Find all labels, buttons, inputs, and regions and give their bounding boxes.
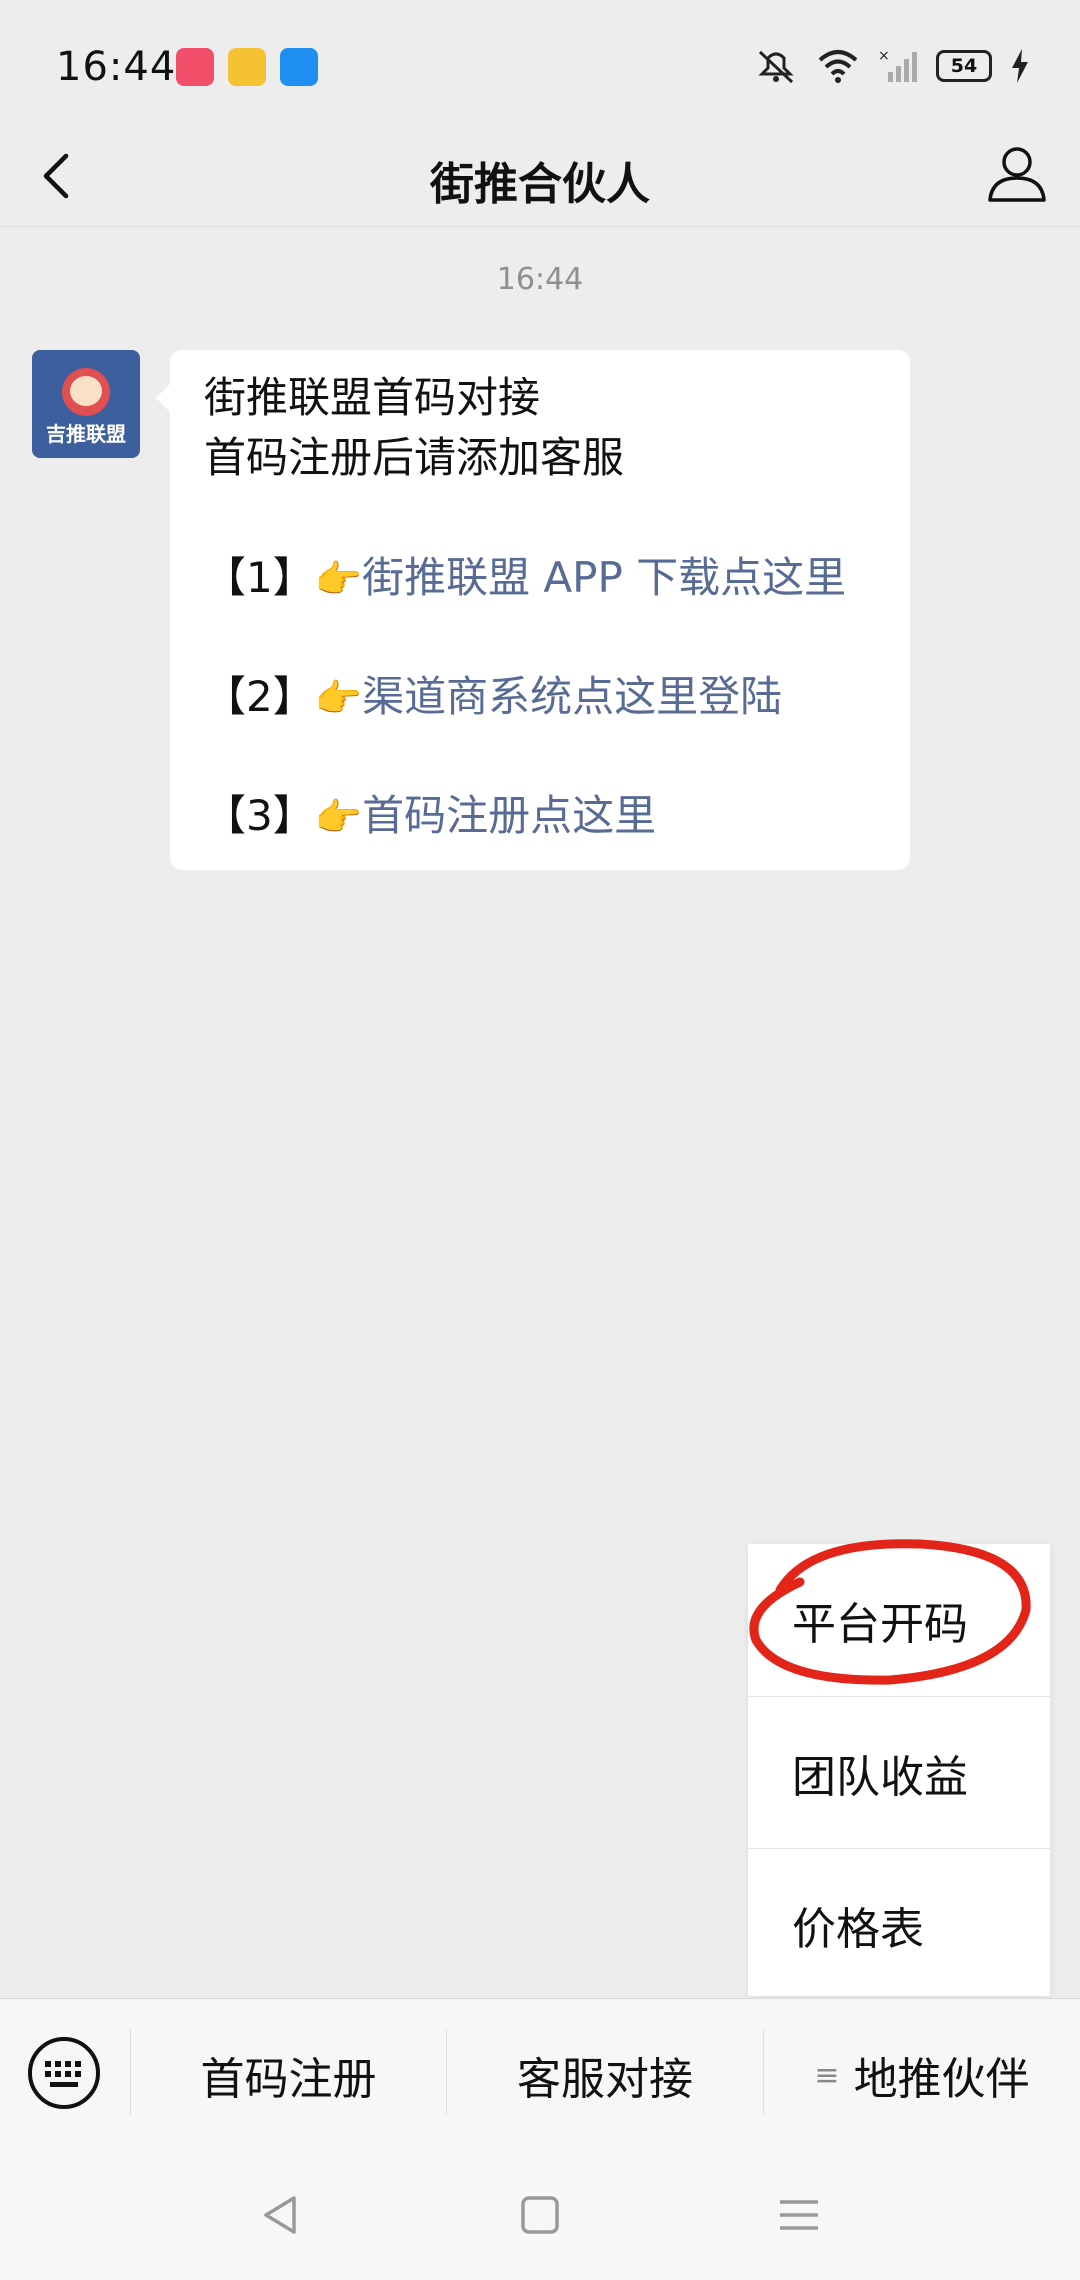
profile-icon[interactable] (984, 140, 1050, 206)
pointing-hand-icon: 👉 (314, 557, 363, 601)
message-link-row: 【1】👉街推联盟 APP 下载点这里 (204, 548, 876, 609)
official-account-menu-bar: 首码注册 客服对接 ≡ 地推伙伴 (0, 1998, 1080, 2151)
sender-avatar[interactable]: 吉推联盟 (32, 350, 140, 458)
mute-icon (758, 50, 794, 84)
register-link[interactable]: 首码注册点这里 (362, 791, 656, 840)
charging-icon (1012, 49, 1028, 83)
avatar-label: 吉推联盟 (46, 422, 126, 446)
nav-back-icon[interactable] (256, 2190, 306, 2240)
message-line: 首码注册后请添加客服 (204, 433, 625, 482)
status-time: 16:44 (56, 44, 177, 90)
keyboard-icon[interactable] (26, 2035, 102, 2111)
wifi-icon (818, 50, 858, 83)
system-navigation-bar (0, 2150, 1080, 2280)
pointing-hand-icon: 👉 (314, 795, 363, 839)
submenu-popup: 平台开码 团队收益 价格表 (748, 1544, 1050, 1996)
channel-login-link[interactable]: 渠道商系统点这里登陆 (362, 672, 782, 721)
battery-icon: 54 (936, 50, 992, 82)
submenu-item-price-list[interactable]: 价格表 (748, 1848, 1050, 2000)
submenu-item-platform-code[interactable]: 平台开码 (748, 1544, 1050, 1696)
chat-header: 街推合伙人 (0, 130, 1080, 227)
nav-menu-icon[interactable] (774, 2190, 824, 2240)
notification-app-icon (228, 48, 266, 86)
pointing-hand-icon: 👉 (314, 676, 363, 720)
message-timestamp: 16:44 (496, 262, 584, 297)
notification-app-icon (176, 48, 214, 86)
submenu-item-team-earnings[interactable]: 团队收益 (748, 1696, 1050, 1848)
item-prefix: 【3】 (204, 791, 315, 840)
menu-item-label: 地推伙伴 (853, 2054, 1030, 2105)
menu-item-ground-partner[interactable]: ≡ 地推伙伴 (764, 1999, 1080, 2151)
status-bar: 16:44 × 54 (0, 0, 1080, 130)
menu-item-first-code-register[interactable]: 首码注册 (131, 1999, 446, 2151)
message-link-row: 【3】👉首码注册点这里 (204, 786, 876, 847)
message-line: 街推联盟首码对接 (204, 373, 541, 422)
item-prefix: 【1】 (204, 553, 315, 602)
item-prefix: 【2】 (204, 672, 315, 721)
signal-icon: × (878, 48, 917, 82)
svg-text:×: × (878, 48, 890, 64)
message-link-row: 【2】👉渠道商系统点这里登陆 (204, 667, 876, 728)
avatar-logo-face (70, 376, 102, 406)
message-bubble: 街推联盟首码对接 首码注册后请添加客服 【1】👉街推联盟 APP 下载点这里 【… (156, 350, 910, 870)
status-icons: × 54 (754, 46, 1030, 86)
notification-app-icon (280, 48, 318, 86)
chat-title: 街推合伙人 (430, 159, 650, 210)
app-download-link[interactable]: 街推联盟 APP 下载点这里 (362, 553, 846, 602)
nav-home-icon[interactable] (515, 2190, 565, 2240)
menu-item-customer-service[interactable]: 客服对接 (447, 1999, 763, 2151)
submenu-icon: ≡ (814, 2057, 840, 2093)
